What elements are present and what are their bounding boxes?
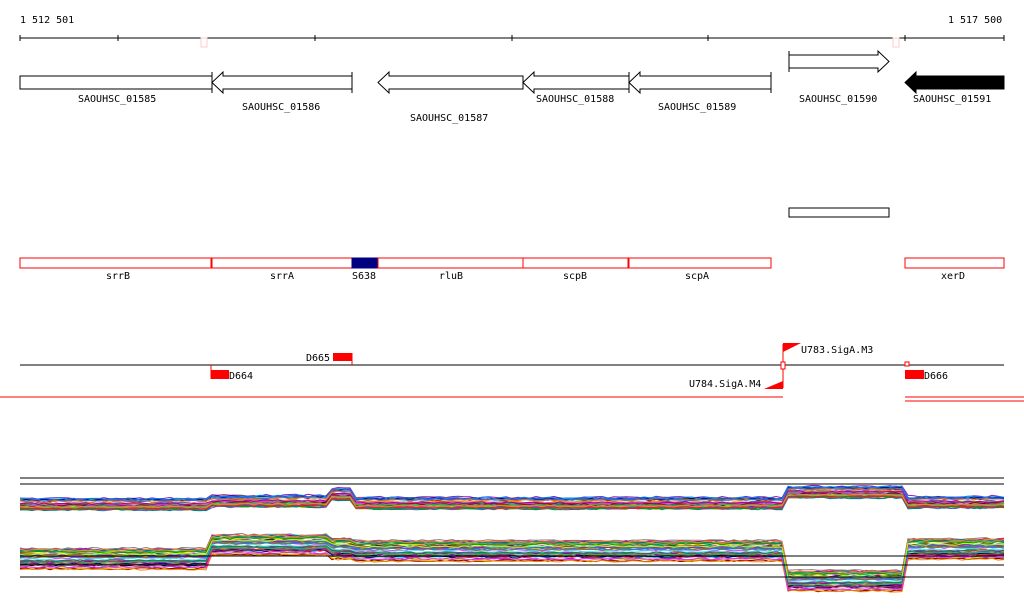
operon-scpB[interactable] xyxy=(522,257,629,269)
ruler-start-label: 1 512 501 xyxy=(20,15,74,26)
gene-label: SAOUHSC_01589 xyxy=(658,102,736,113)
operon-label: srrA xyxy=(270,271,294,282)
gene-SAOUHSC_01587[interactable] xyxy=(377,70,524,95)
browser-canvas: 1 512 501 1 517 500 SAOUHSC_01585 SAOUHS… xyxy=(0,15,1024,593)
feature-label: U783.SigA.M3 xyxy=(801,345,873,356)
operon-scpA[interactable] xyxy=(628,257,772,269)
gene-SAOUHSC_01588[interactable] xyxy=(522,70,630,95)
ruler-marker xyxy=(892,37,900,48)
gene-label: SAOUHSC_01591 xyxy=(913,94,991,105)
gene-SAOUHSC_01585[interactable] xyxy=(19,75,213,90)
feature-label: D666 xyxy=(924,371,948,382)
operon-label: srrB xyxy=(106,271,130,282)
feature-label: D664 xyxy=(229,371,253,382)
gene-label: SAOUHSC_01587 xyxy=(410,113,488,124)
gene-SAOUHSC_01590[interactable] xyxy=(788,49,890,74)
operon-label: scpB xyxy=(563,271,587,282)
genome-browser: 1 512 501 1 517 500 SAOUHSC_01585 SAOUHS… xyxy=(0,0,1024,611)
gene-SAOUHSC_01586[interactable] xyxy=(211,70,353,95)
operon-label: xerD xyxy=(941,271,965,282)
feature-label: D665 xyxy=(306,353,330,364)
feature-D664[interactable] xyxy=(211,370,229,379)
gene-label: SAOUHSC_01585 xyxy=(78,94,156,105)
feature-D666[interactable] xyxy=(905,370,924,379)
operon-rluB[interactable] xyxy=(377,257,524,269)
region-box[interactable] xyxy=(788,207,890,218)
ruler-end-label: 1 517 500 xyxy=(948,15,1002,26)
operon-srrA[interactable] xyxy=(211,257,353,269)
operon-xerD[interactable] xyxy=(904,257,1005,269)
operon-srrB[interactable] xyxy=(19,257,212,269)
ruler-marker xyxy=(200,37,208,48)
operon-label: rluB xyxy=(439,271,463,282)
expression-tracks xyxy=(19,477,1005,593)
gene-label: SAOUHSC_01590 xyxy=(799,94,877,105)
ruler xyxy=(19,35,1005,41)
srna-S638[interactable] xyxy=(351,257,379,269)
feature-U784[interactable] xyxy=(764,381,783,389)
feature-D665[interactable] xyxy=(333,353,352,361)
gene-SAOUHSC_01589[interactable] xyxy=(628,70,772,95)
operon-label: scpA xyxy=(685,271,709,282)
operon-label: S638 xyxy=(352,271,376,282)
gene-SAOUHSC_01591[interactable] xyxy=(904,70,1005,95)
feature-extent-lines xyxy=(0,396,1024,402)
gene-label: SAOUHSC_01588 xyxy=(536,94,614,105)
feature-label: U784.SigA.M4 xyxy=(689,379,761,390)
gene-label: SAOUHSC_01586 xyxy=(242,102,320,113)
